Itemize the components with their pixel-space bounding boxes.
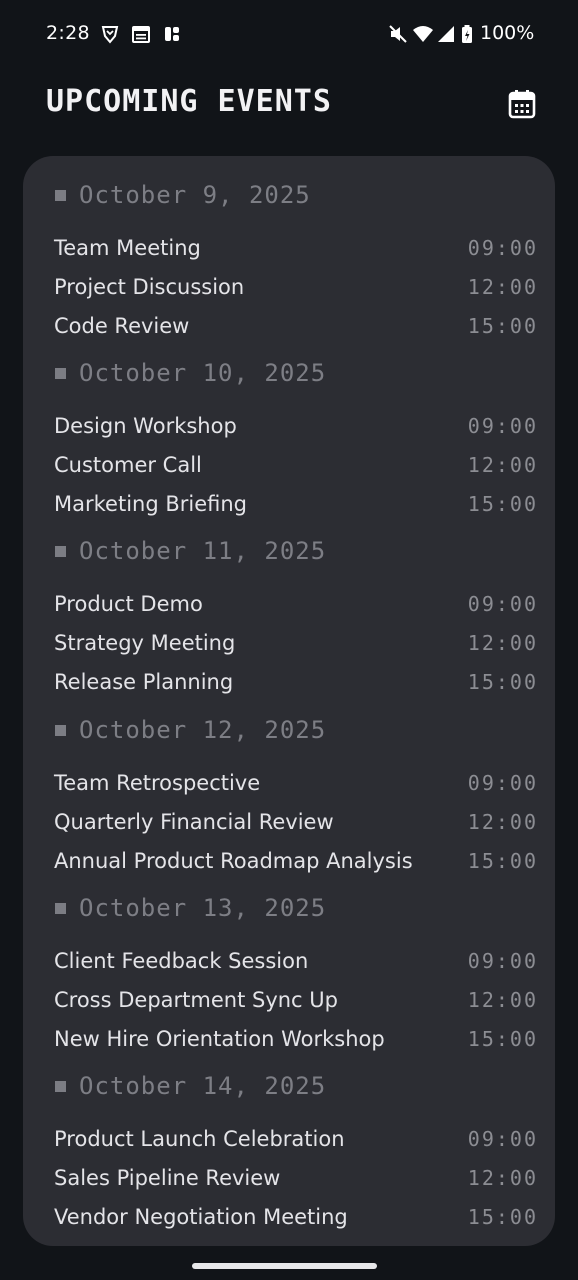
event-time: 09:00 — [467, 1127, 538, 1151]
event-item[interactable]: Team Retrospective 09:00 — [54, 765, 538, 801]
day-date: October 13, 2025 — [79, 894, 327, 922]
event-item[interactable]: Product Demo 09:00 — [54, 586, 538, 622]
event-time: 09:00 — [467, 236, 538, 260]
event-title: Release Planning — [54, 670, 234, 694]
event-title: Sales Pipeline Review — [54, 1166, 281, 1190]
event-item[interactable]: Code Review 15:00 — [54, 308, 538, 344]
brave-icon — [100, 24, 120, 48]
calendar-notification-icon — [131, 24, 151, 48]
event-item[interactable]: New Hire Orientation Workshop 15:00 — [54, 1021, 538, 1057]
events-list: October 9, 2025 Team Meeting 09:00 Proje… — [23, 156, 555, 1246]
gesture-nav-handle[interactable] — [192, 1263, 377, 1269]
battery-charging-icon — [460, 24, 474, 48]
day-bullet-icon — [55, 1080, 66, 1092]
calendar-icon — [508, 89, 536, 123]
event-time: 09:00 — [467, 592, 538, 616]
event-title: Team Meeting — [54, 236, 201, 260]
event-title: Quarterly Financial Review — [54, 810, 334, 834]
day-date: October 12, 2025 — [79, 716, 327, 744]
event-time: 15:00 — [467, 670, 538, 694]
day-header: October 12, 2025 — [55, 710, 326, 750]
event-time: 12:00 — [467, 453, 538, 477]
day-bullet-icon — [55, 545, 66, 557]
day-date: October 14, 2025 — [79, 1072, 327, 1100]
event-item[interactable]: Product Launch Celebration 09:00 — [54, 1121, 538, 1157]
day-header: October 10, 2025 — [55, 353, 326, 393]
event-title: Product Demo — [54, 592, 203, 616]
event-item[interactable]: Customer Call 12:00 — [54, 447, 538, 483]
event-title: Design Workshop — [54, 414, 237, 438]
status-bar: 2:28 100% — [0, 0, 578, 68]
event-time: 12:00 — [467, 631, 538, 655]
day-bullet-icon — [55, 367, 66, 379]
status-time: 2:28 — [46, 22, 90, 44]
day-header: October 13, 2025 — [55, 888, 326, 928]
event-time: 09:00 — [467, 771, 538, 795]
event-title: Customer Call — [54, 453, 202, 477]
page-title: UPCOMING EVENTS — [46, 84, 332, 119]
event-item[interactable]: Client Feedback Session 09:00 — [54, 943, 538, 979]
event-title: Vendor Negotiation Meeting — [54, 1205, 348, 1229]
event-title: Cross Department Sync Up — [54, 988, 338, 1012]
event-time: 12:00 — [467, 1166, 538, 1190]
event-item[interactable]: Design Workshop 09:00 — [54, 408, 538, 444]
event-item[interactable]: Strategy Meeting 12:00 — [54, 625, 538, 661]
event-time: 12:00 — [467, 275, 538, 299]
event-time: 15:00 — [467, 849, 538, 873]
event-title: Project Discussion — [54, 275, 245, 299]
day-bullet-icon — [55, 724, 66, 736]
event-time: 12:00 — [467, 810, 538, 834]
mute-icon — [388, 24, 408, 48]
event-item[interactable]: Release Planning 15:00 — [54, 664, 538, 700]
day-header: October 14, 2025 — [55, 1066, 326, 1106]
event-item[interactable]: Team Meeting 09:00 — [54, 230, 538, 266]
event-title: Client Feedback Session — [54, 949, 309, 973]
event-title: Annual Product Roadmap Analysis — [54, 849, 413, 873]
day-bullet-icon — [55, 902, 66, 914]
event-item[interactable]: Cross Department Sync Up 12:00 — [54, 982, 538, 1018]
event-time: 15:00 — [467, 492, 538, 516]
event-title: Strategy Meeting — [54, 631, 236, 655]
calendar-button[interactable] — [506, 90, 538, 122]
day-date: October 9, 2025 — [79, 181, 311, 209]
day-date: October 11, 2025 — [79, 537, 327, 565]
event-time: 15:00 — [467, 1205, 538, 1229]
event-title: Team Retrospective — [54, 771, 261, 795]
event-item[interactable]: Annual Product Roadmap Analysis 15:00 — [54, 843, 538, 879]
day-header: October 11, 2025 — [55, 531, 326, 571]
signal-icon — [436, 24, 456, 48]
event-time: 15:00 — [467, 314, 538, 338]
day-date: October 10, 2025 — [79, 359, 327, 387]
event-time: 12:00 — [467, 988, 538, 1012]
event-title: Product Launch Celebration — [54, 1127, 345, 1151]
app-notification-icon — [162, 24, 182, 48]
day-header: October 9, 2025 — [55, 175, 311, 215]
event-title: Code Review — [54, 314, 190, 338]
event-item[interactable]: Sales Pipeline Review 12:00 — [54, 1160, 538, 1196]
event-item[interactable]: Vendor Negotiation Meeting 15:00 — [54, 1199, 538, 1235]
event-time: 09:00 — [467, 414, 538, 438]
event-time: 09:00 — [467, 949, 538, 973]
event-item[interactable]: Marketing Briefing 15:00 — [54, 486, 538, 522]
wifi-icon — [412, 24, 434, 48]
event-time: 15:00 — [467, 1027, 538, 1051]
event-title: Marketing Briefing — [54, 492, 247, 516]
event-item[interactable]: Project Discussion 12:00 — [54, 269, 538, 305]
battery-percent: 100% — [480, 22, 535, 44]
event-item[interactable]: Quarterly Financial Review 12:00 — [54, 804, 538, 840]
event-title: New Hire Orientation Workshop — [54, 1027, 385, 1051]
day-bullet-icon — [55, 189, 66, 201]
